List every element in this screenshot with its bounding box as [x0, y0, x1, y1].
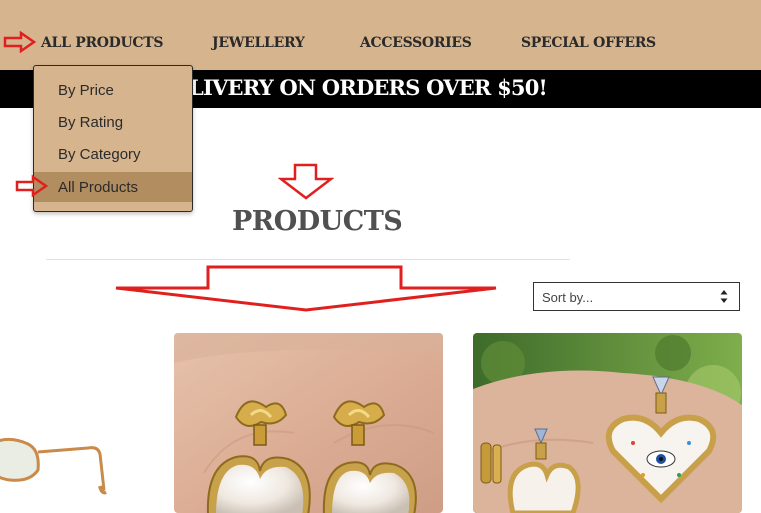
dropdown-item-by-price[interactable]: By Price	[34, 77, 192, 105]
product-image	[473, 333, 742, 513]
dropdown-item-all-products[interactable]: All Products	[34, 172, 192, 202]
product-card-partial[interactable]	[0, 430, 115, 505]
dropdown-item-label: By Category	[58, 146, 141, 163]
product-card[interactable]	[174, 333, 443, 513]
dropdown-item-by-rating[interactable]: By Rating	[34, 109, 192, 137]
product-image	[174, 333, 443, 513]
page-title: PRODUCTS	[232, 206, 403, 237]
nav-accessories[interactable]: ACCESSORIES	[360, 35, 472, 51]
sort-select-label: Sort by...	[542, 290, 594, 305]
annotation-arrow-icon	[278, 163, 334, 200]
title-divider	[46, 259, 570, 260]
product-card[interactable]	[473, 333, 742, 513]
dropdown-item-label: All Products	[58, 179, 139, 196]
nav-special-offers[interactable]: SPECIAL OFFERS	[521, 35, 656, 51]
dropdown-item-label: By Rating	[58, 114, 124, 131]
sort-select[interactable]: Sort by...	[533, 282, 740, 311]
product-image	[0, 437, 107, 495]
banner-text: LIVERY ON ORDERS OVER $50!	[189, 75, 548, 100]
top-navigation: ALL PRODUCTS JEWELLERY ACCESSORIES SPECI…	[0, 0, 761, 70]
nav-all-products[interactable]: ALL PRODUCTS	[41, 35, 164, 51]
nav-jewellery[interactable]: JEWELLERY	[212, 35, 305, 51]
dropdown-item-label: By Price	[58, 82, 114, 99]
all-products-dropdown: By Price By Rating By Category All Produ…	[33, 65, 193, 212]
annotation-arrow-icon	[115, 265, 497, 312]
dropdown-item-by-category[interactable]: By Category	[34, 141, 192, 169]
sort-arrows-icon	[720, 290, 728, 303]
